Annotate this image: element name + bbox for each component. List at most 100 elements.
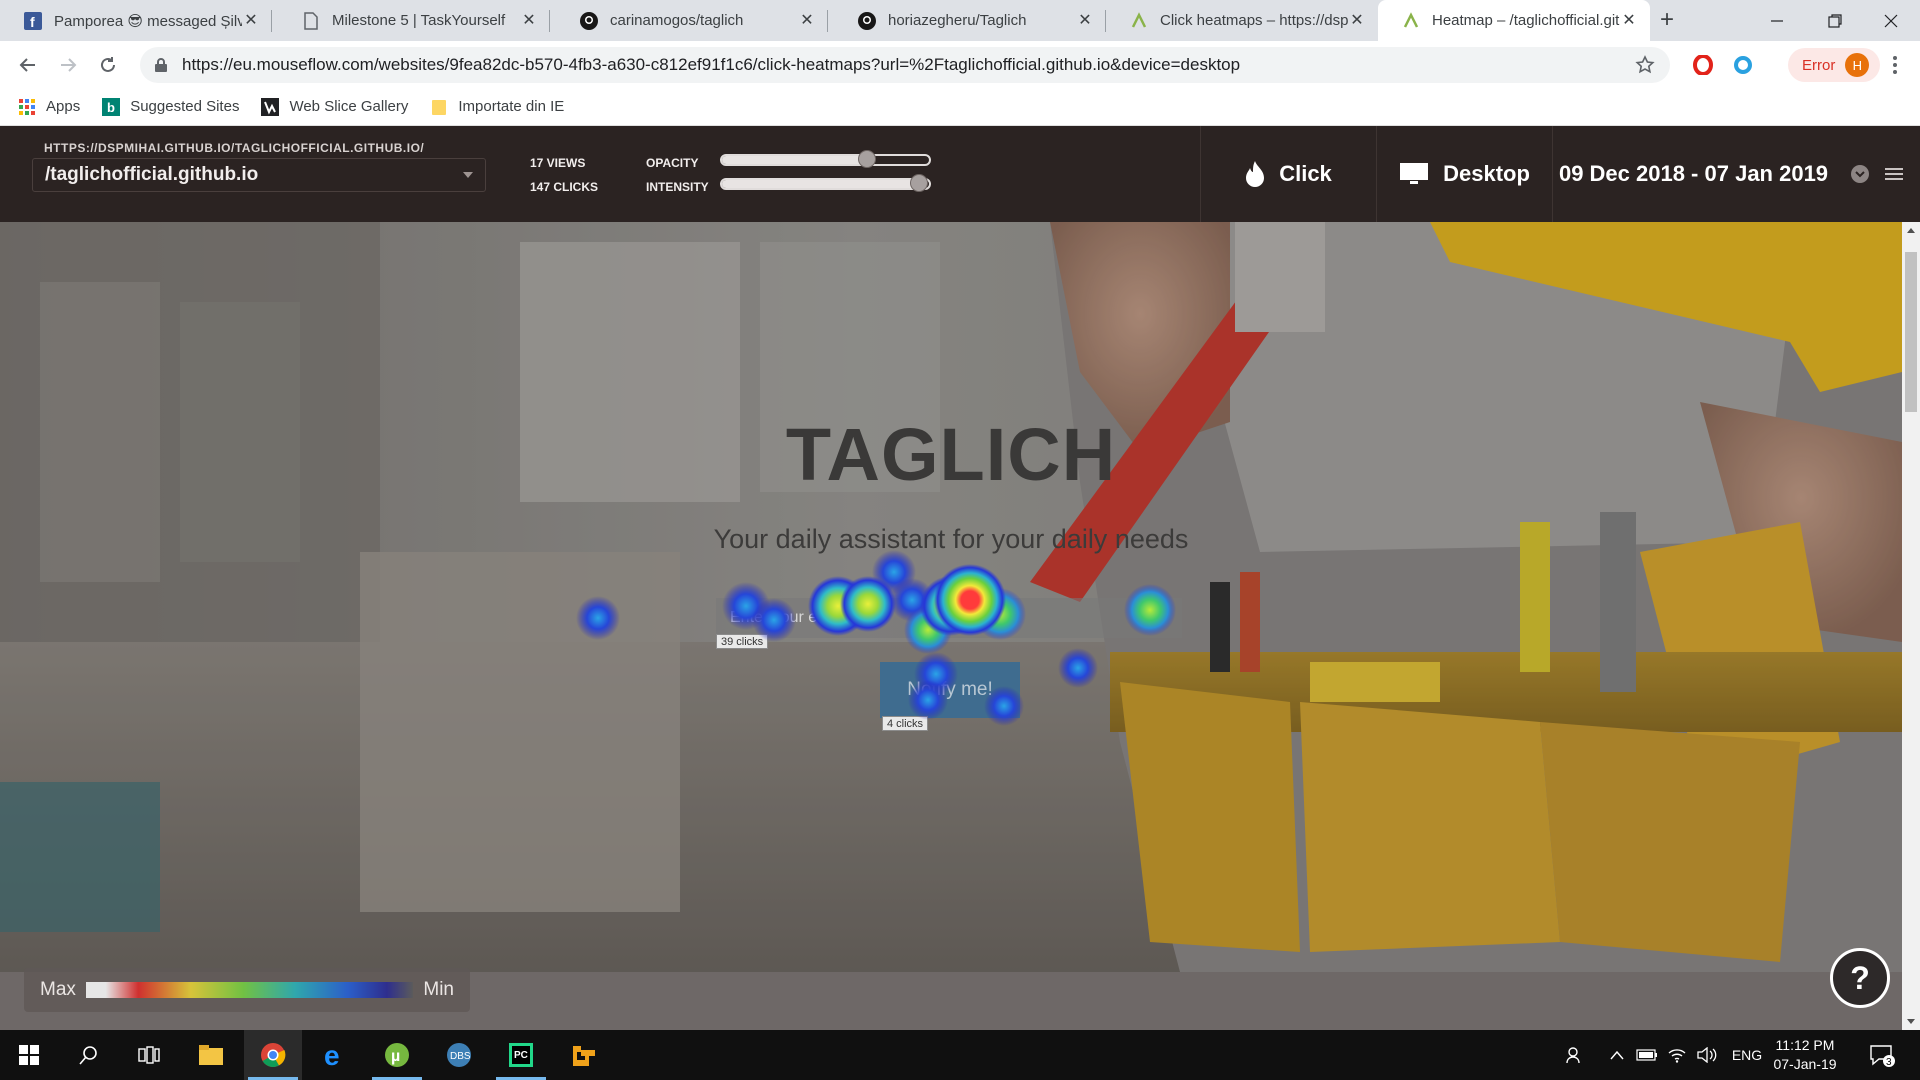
bookmark-apps[interactable]: Apps — [18, 98, 80, 116]
close-icon[interactable]: ✕ — [1348, 12, 1366, 30]
opera-extension-icon[interactable] — [1692, 54, 1714, 76]
legend-min-label: Min — [423, 979, 454, 1000]
web-slice-icon — [261, 97, 280, 116]
search-icon[interactable] — [60, 1030, 118, 1080]
tab-github-horia[interactable]: horiazegheru/Taglich ✕ — [834, 0, 1106, 41]
wifi-icon[interactable] — [1664, 1030, 1690, 1080]
system-clock[interactable]: 11:12 PM 07-Jan-19 — [1770, 1036, 1840, 1074]
chevron-down-icon — [463, 172, 473, 178]
bookmark-suggested-sites[interactable]: b Suggested Sites — [102, 97, 240, 116]
tab-title: carinamogos/taglich — [610, 12, 744, 29]
bookmark-label: Suggested Sites — [130, 98, 240, 115]
bookmark-importate[interactable]: Importate din IE — [430, 98, 564, 116]
bookmarks-bar: Apps b Suggested Sites Web Slice Gallery… — [0, 88, 1920, 126]
chrome-taskbar-icon[interactable] — [244, 1030, 302, 1080]
heatmap-type-button[interactable]: Click — [1200, 126, 1376, 222]
date-range-button[interactable]: 09 Dec 2018 - 07 Jan 2019 — [1552, 126, 1834, 222]
restore-icon[interactable] — [1806, 0, 1864, 41]
flame-icon — [1245, 160, 1265, 188]
tab-title: Heatmap – /taglichofficial.github.io — [1432, 12, 1620, 29]
extension-circle-icon[interactable] — [1732, 54, 1754, 76]
page-url-caption: HTTPS://DSPMIHAI.GITHUB.IO/TAGLICHOFFICI… — [44, 141, 425, 155]
task-view-icon[interactable] — [120, 1030, 178, 1080]
hamburger-menu-icon[interactable] — [1884, 164, 1904, 184]
notify-me-button[interactable]: Notify me! — [880, 662, 1020, 718]
pycharm-icon[interactable]: PC — [492, 1030, 550, 1080]
tab-github-carina[interactable]: carinamogos/taglich ✕ — [556, 0, 828, 41]
profile-error-button[interactable]: Error H — [1788, 48, 1880, 82]
tab-title: Click heatmaps – https://dspmihai — [1160, 12, 1348, 29]
address-bar[interactable]: https://eu.mouseflow.com/websites/9fea82… — [140, 47, 1670, 83]
avatar: H — [1845, 53, 1870, 77]
chevron-circle-down-icon[interactable] — [1850, 164, 1870, 184]
mouseflow-header: HTTPS://DSPMIHAI.GITHUB.IO/TAGLICHOFFICI… — [0, 126, 1920, 222]
browser-toolbar: https://eu.mouseflow.com/websites/9fea82… — [0, 41, 1920, 88]
new-tab-button[interactable]: + — [1654, 8, 1680, 34]
opacity-slider-fill — [722, 156, 867, 164]
intensity-label: INTENSITY — [646, 180, 709, 194]
intensity-slider-handle[interactable] — [909, 174, 928, 192]
bookmark-label: Importate din IE — [458, 98, 565, 115]
scroll-down-arrow-icon[interactable] — [1907, 1019, 1915, 1024]
page-url-select[interactable]: /taglichofficial.github.io — [32, 158, 486, 192]
bookmark-web-slice-gallery[interactable]: Web Slice Gallery — [261, 97, 409, 116]
bookmark-star-icon[interactable] — [1634, 54, 1656, 76]
opacity-slider-handle[interactable] — [857, 150, 876, 168]
yellow-app-icon[interactable] — [556, 1030, 614, 1080]
chrome-tab-strip: f Pamporea 😎 messaged Șilvia ✕ Milestone… — [0, 0, 1920, 41]
close-icon[interactable]: ✕ — [520, 12, 538, 30]
intensity-slider-fill — [722, 180, 919, 188]
opacity-slider[interactable] — [720, 150, 931, 168]
tab-title: Milestone 5 | TaskYourself — [332, 12, 506, 29]
chevron-up-icon[interactable] — [1606, 1030, 1628, 1080]
notifications-icon[interactable]: 3 — [1862, 1030, 1902, 1080]
chrome-menu-icon[interactable] — [1884, 54, 1906, 76]
close-icon[interactable]: ✕ — [1620, 12, 1638, 30]
apps-grid-icon — [18, 98, 36, 116]
notification-count: 3 — [1886, 1057, 1892, 1067]
window-close-icon[interactable] — [1862, 0, 1920, 41]
close-icon[interactable]: ✕ — [1076, 12, 1094, 30]
tab-click-heatmaps[interactable]: Click heatmaps – https://dspmihai ✕ — [1106, 0, 1378, 41]
svg-text:PC: PC — [514, 1050, 528, 1061]
tab-heatmap-active[interactable]: Heatmap – /taglichofficial.github.io ✕ — [1378, 0, 1650, 41]
bookmark-label: Web Slice Gallery — [289, 98, 409, 115]
date-range-label: 09 Dec 2018 - 07 Jan 2019 — [1558, 161, 1829, 186]
minimize-icon[interactable] — [1748, 0, 1806, 41]
heatmap-viewport: TAGLICH Your daily assistant for your da… — [0, 222, 1902, 1030]
email-field[interactable] — [716, 598, 1182, 638]
help-button[interactable]: ? — [1830, 948, 1890, 1008]
facebook-icon: f — [24, 11, 42, 30]
language-indicator[interactable]: ENG — [1726, 1030, 1768, 1080]
battery-icon[interactable] — [1634, 1030, 1660, 1080]
close-icon[interactable]: ✕ — [242, 12, 260, 30]
people-icon[interactable] — [1560, 1030, 1590, 1080]
page-url-value: /taglichofficial.github.io — [45, 164, 259, 185]
clicks-count: 147 CLICKS — [530, 180, 599, 194]
bing-icon: b — [102, 97, 121, 116]
tab-milestone[interactable]: Milestone 5 | TaskYourself ✕ — [278, 0, 550, 41]
scroll-up-arrow-icon[interactable] — [1907, 228, 1915, 233]
intensity-slider[interactable] — [720, 174, 931, 192]
page-subtitle: Your daily assistant for your daily need… — [713, 524, 1189, 554]
dbs-app-icon[interactable]: DBS — [430, 1030, 488, 1080]
tab-facebook[interactable]: f Pamporea 😎 messaged Șilvia ✕ — [0, 0, 272, 41]
utorrent-icon[interactable]: µ — [368, 1030, 426, 1080]
volume-icon[interactable] — [1694, 1030, 1722, 1080]
page-title: TAGLICH — [785, 413, 1117, 496]
back-arrow-icon[interactable] — [14, 51, 42, 79]
edge-icon[interactable]: e — [306, 1030, 364, 1080]
windows-start-icon[interactable] — [0, 1030, 58, 1080]
file-explorer-icon[interactable] — [182, 1030, 240, 1080]
close-icon[interactable]: ✕ — [798, 12, 816, 30]
device-button[interactable]: Desktop — [1376, 126, 1552, 222]
scrollbar-thumb[interactable] — [1905, 252, 1917, 412]
forward-arrow-icon[interactable] — [54, 51, 82, 79]
heatmap-type-label: Click — [1279, 161, 1332, 186]
vertical-scrollbar[interactable] — [1902, 222, 1920, 1030]
reload-icon[interactable] — [94, 51, 122, 79]
email-click-count-badge: 39 clicks — [716, 634, 769, 649]
url-text: https://eu.mouseflow.com/websites/9fea82… — [182, 55, 1241, 74]
tab-title: horiazegheru/Taglich — [888, 12, 1027, 29]
folder-icon — [430, 98, 448, 116]
